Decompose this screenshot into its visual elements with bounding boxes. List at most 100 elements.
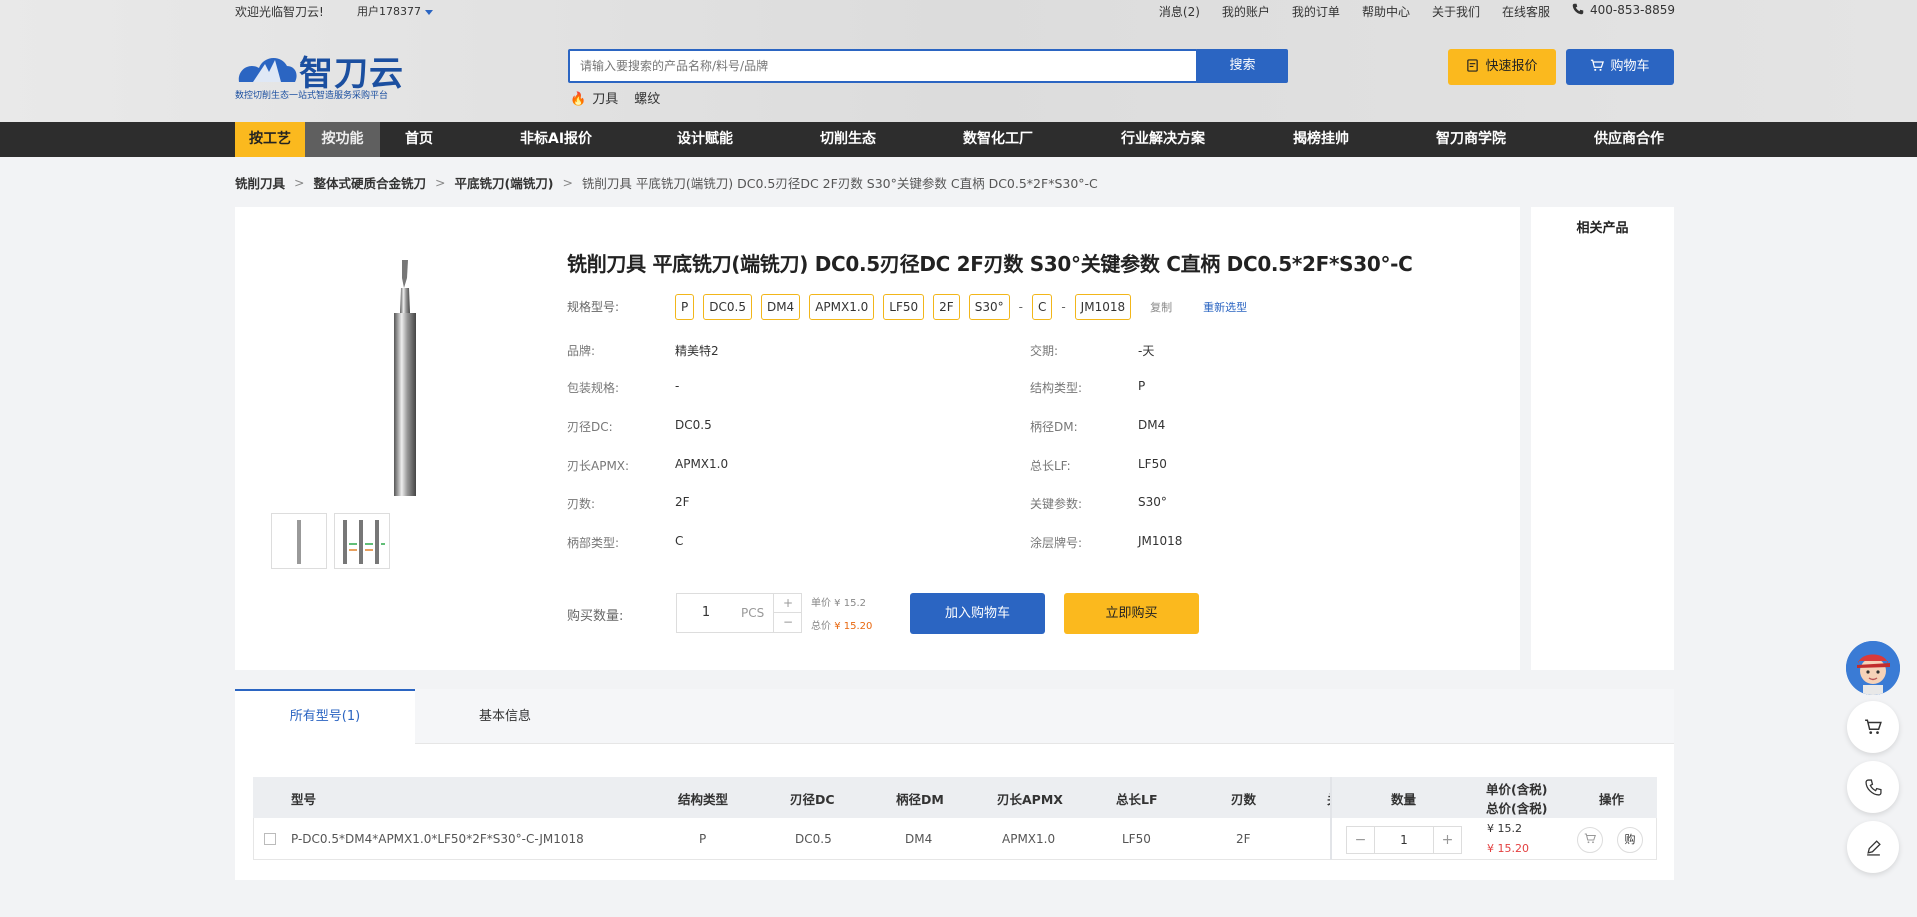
attr-coating-value: JM1018 bbox=[1138, 534, 1183, 548]
top-links: 消息(2) 我的账户 我的订单 帮助中心 关于我们 在线客服 400-853-8… bbox=[1159, 3, 1675, 20]
tab-basic-info[interactable]: 基本信息 bbox=[415, 689, 595, 744]
attr-dc-label: 刃径DC: bbox=[567, 420, 613, 434]
float-feedback-button[interactable] bbox=[1847, 821, 1899, 873]
cart-label: 购物车 bbox=[1610, 59, 1650, 74]
spec-chip-apmx[interactable]: APMX1.0 bbox=[809, 294, 875, 320]
top-link-messages[interactable]: 消息(2) bbox=[1159, 3, 1200, 20]
phone-contact[interactable]: 400-853-8859 bbox=[1572, 3, 1675, 20]
attr-brand-label: 品牌: bbox=[567, 344, 596, 358]
hot-word-thread[interactable]: 螺纹 bbox=[634, 88, 660, 107]
quick-quote-label: 快速报价 bbox=[1485, 59, 1538, 74]
welcome-text: 欢迎光临智刀云! bbox=[235, 5, 324, 19]
float-cart-button[interactable] bbox=[1847, 701, 1899, 753]
nav-tab-function[interactable]: 按功能 bbox=[305, 122, 380, 157]
nav-tab-process[interactable]: 按工艺 bbox=[235, 122, 305, 157]
top-link-orders[interactable]: 我的订单 bbox=[1292, 3, 1340, 20]
attr-structure-label: 结构类型: bbox=[1030, 381, 1083, 395]
assistant-avatar[interactable] bbox=[1846, 641, 1900, 695]
spec-chip-dc[interactable]: DC0.5 bbox=[703, 294, 752, 320]
product-title: 铣削刀具 平底铣刀(端铣刀) DC0.5刃径DC 2F刃数 S30°关键参数 C… bbox=[567, 252, 1413, 276]
spec-chip-key-param[interactable]: S30° bbox=[968, 294, 1010, 320]
nav-item-academy[interactable]: 智刀商学院 bbox=[1436, 122, 1506, 157]
breadcrumb-item[interactable]: 平底铣刀(端铣刀) bbox=[455, 173, 554, 192]
fixed-column-divider bbox=[1330, 777, 1332, 860]
row-checkbox[interactable] bbox=[264, 833, 276, 845]
hot-words: 🔥 刀具 螺纹 bbox=[570, 88, 660, 107]
hot-word-tools[interactable]: 🔥 刀具 bbox=[570, 88, 618, 107]
thumbnail-1[interactable] bbox=[271, 513, 327, 569]
logo[interactable]: 智刀云 数控切削生态一站式智造服务采购平台 bbox=[235, 46, 415, 102]
cart-button[interactable]: 购物车 bbox=[1566, 49, 1674, 85]
nav-item-home[interactable]: 首页 bbox=[405, 122, 433, 157]
buy-now-button[interactable]: 立即购买 bbox=[1064, 593, 1199, 634]
quick-quote-button[interactable]: 快速报价 bbox=[1448, 49, 1556, 85]
reselect-link[interactable]: 重新选型 bbox=[1203, 299, 1247, 315]
row-quantity-input[interactable]: 1 bbox=[1375, 827, 1433, 853]
phone-icon bbox=[1572, 3, 1584, 15]
cell-total-price: ¥ 15.20 bbox=[1487, 842, 1529, 855]
total-price-value: ¥ 15.20 bbox=[834, 621, 873, 632]
nav-item-factory[interactable]: 数智化工厂 bbox=[963, 122, 1033, 157]
breadcrumb-item[interactable]: 整体式硬质合金铣刀 bbox=[314, 173, 427, 192]
cell-unit-price: ¥ 15.2 bbox=[1487, 822, 1522, 835]
search-input[interactable] bbox=[570, 51, 1196, 81]
cell-dc: DC0.5 bbox=[795, 832, 832, 846]
nav-item-design[interactable]: 设计赋能 bbox=[677, 122, 733, 157]
copy-link[interactable]: 复制 bbox=[1150, 299, 1172, 315]
attr-key-param-value: S30° bbox=[1138, 495, 1167, 509]
attr-structure-value: P bbox=[1138, 379, 1146, 393]
col-total-price: 总价(含税) bbox=[1486, 801, 1548, 816]
row-increment-button[interactable]: + bbox=[1433, 827, 1461, 853]
col-structure: 结构类型 bbox=[678, 792, 729, 807]
spec-chip-lf[interactable]: LF50 bbox=[883, 294, 925, 320]
quantity-increment-button[interactable]: + bbox=[773, 594, 802, 613]
thumbnail-image bbox=[297, 520, 301, 564]
spec-chip-coating[interactable]: JM1018 bbox=[1074, 294, 1132, 320]
cart-icon bbox=[1584, 833, 1596, 844]
spec-chip-dm[interactable]: DM4 bbox=[760, 294, 801, 320]
attr-packaging-label: 包装规格: bbox=[567, 381, 620, 395]
attr-lf-value: LF50 bbox=[1138, 457, 1167, 471]
float-phone-button[interactable] bbox=[1847, 761, 1899, 813]
cell-dm: DM4 bbox=[905, 832, 933, 846]
breadcrumb-item[interactable]: 铣削刀具 bbox=[235, 173, 285, 192]
attr-apmx-value: APMX1.0 bbox=[675, 457, 729, 471]
cell-lf: LF50 bbox=[1122, 832, 1151, 846]
top-link-help[interactable]: 帮助中心 bbox=[1362, 3, 1410, 20]
row-add-cart-button[interactable] bbox=[1577, 827, 1603, 853]
top-link-about[interactable]: 关于我们 bbox=[1432, 3, 1480, 20]
nav-item-solutions[interactable]: 行业解决方案 bbox=[1121, 122, 1205, 157]
nav-item-supplier[interactable]: 供应商合作 bbox=[1594, 122, 1664, 157]
spec-chip-structure[interactable]: P bbox=[675, 294, 695, 320]
cart-icon bbox=[1865, 719, 1882, 734]
quantity-decrement-button[interactable]: − bbox=[773, 613, 802, 632]
spec-label: 规格型号: bbox=[567, 300, 620, 314]
top-link-service[interactable]: 在线客服 bbox=[1502, 3, 1550, 20]
top-link-account[interactable]: 我的账户 bbox=[1222, 3, 1270, 20]
row-decrement-button[interactable]: − bbox=[1347, 827, 1375, 853]
spec-chip-shank[interactable]: C bbox=[1031, 294, 1053, 320]
thumbnail-2[interactable] bbox=[334, 513, 390, 569]
phone-icon bbox=[1864, 778, 1882, 796]
tab-all-models[interactable]: 所有型号(1) bbox=[235, 689, 415, 745]
breadcrumb: 铣削刀具 > 整体式硬质合金铣刀 > 平底铣刀(端铣刀) > 铣削刀具 平底铣刀… bbox=[235, 173, 1098, 192]
nav-item-challenge[interactable]: 揭榜挂帅 bbox=[1293, 122, 1349, 157]
spec-chip-flutes[interactable]: 2F bbox=[933, 294, 960, 320]
attr-dm-value: DM4 bbox=[1138, 418, 1166, 432]
table-header bbox=[253, 777, 1657, 818]
attr-delivery-label: 交期: bbox=[1030, 344, 1059, 358]
cell-flutes: 2F bbox=[1236, 832, 1251, 846]
attr-brand-value: 精美特2 bbox=[675, 344, 719, 358]
spec-separator: - bbox=[1061, 300, 1066, 314]
nav-item-cutting[interactable]: 切削生态 bbox=[820, 122, 876, 157]
logo-mark-icon bbox=[238, 57, 297, 82]
add-to-cart-button[interactable]: 加入购物车 bbox=[910, 593, 1045, 634]
quantity-stepper: 1 PCS + − bbox=[676, 593, 802, 633]
nav-item-ai-quote[interactable]: 非标AI报价 bbox=[520, 122, 592, 157]
search-box bbox=[568, 49, 1198, 83]
quantity-input[interactable]: 1 bbox=[677, 594, 735, 632]
search-button[interactable]: 搜索 bbox=[1197, 49, 1288, 83]
col-dc: 刃径DC bbox=[790, 792, 835, 807]
user-menu[interactable]: 用户178377 bbox=[357, 3, 433, 19]
row-buy-button[interactable]: 购 bbox=[1617, 827, 1643, 853]
